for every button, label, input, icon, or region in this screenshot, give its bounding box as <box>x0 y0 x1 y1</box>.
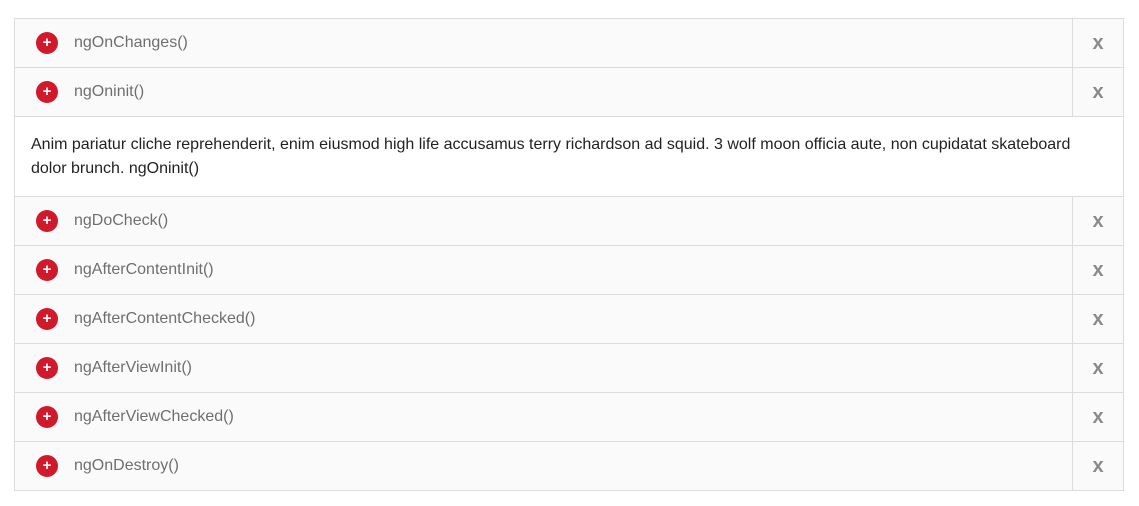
accordion-title: ngOnDestroy() <box>74 457 179 474</box>
accordion-header-ngafterviewinit[interactable]: + ngAfterViewInit() <box>15 344 1072 392</box>
close-icon: x <box>1092 307 1104 330</box>
close-icon: x <box>1092 405 1104 428</box>
accordion-header-ngaftercontentchecked[interactable]: + ngAfterContentChecked() <box>15 295 1072 343</box>
close-button[interactable]: x <box>1072 442 1123 490</box>
close-icon: x <box>1092 258 1104 281</box>
accordion-item-ngoninit: + ngOninit() x <box>15 68 1123 117</box>
accordion-header-ngoninit[interactable]: + ngOninit() <box>15 68 1072 116</box>
close-button[interactable]: x <box>1072 19 1123 67</box>
close-button[interactable]: x <box>1072 393 1123 441</box>
accordion-title: ngAfterViewInit() <box>74 359 192 376</box>
accordion-header-ngdocheck[interactable]: + ngDoCheck() <box>15 197 1072 245</box>
accordion-item-ngaftercontentchecked: + ngAfterContentChecked() x <box>15 295 1123 344</box>
accordion-item-ngdocheck: + ngDoCheck() x <box>15 197 1123 246</box>
expand-plus-icon[interactable]: + <box>36 210 58 232</box>
lifecycle-accordion: + ngOnChanges() x + ngOninit() x Anim pa… <box>14 18 1124 491</box>
close-icon: x <box>1092 356 1104 379</box>
accordion-title: ngOnChanges() <box>74 34 188 51</box>
accordion-header-ngondestroy[interactable]: + ngOnDestroy() <box>15 442 1072 490</box>
close-icon: x <box>1092 454 1104 477</box>
accordion-header-ngaftercontentinit[interactable]: + ngAfterContentInit() <box>15 246 1072 294</box>
accordion-title: ngAfterViewChecked() <box>74 408 234 425</box>
accordion-header-ngafterviewchecked[interactable]: + ngAfterViewChecked() <box>15 393 1072 441</box>
accordion-item-ngonchanges: + ngOnChanges() x <box>15 19 1123 68</box>
expand-plus-icon[interactable]: + <box>36 455 58 477</box>
close-icon: x <box>1092 31 1104 54</box>
accordion-item-ngafterviewchecked: + ngAfterViewChecked() x <box>15 393 1123 442</box>
accordion-item-ngondestroy: + ngOnDestroy() x <box>15 442 1123 490</box>
accordion-item-ngafterviewinit: + ngAfterViewInit() x <box>15 344 1123 393</box>
close-button[interactable]: x <box>1072 246 1123 294</box>
close-icon: x <box>1092 209 1104 232</box>
close-button[interactable]: x <box>1072 295 1123 343</box>
expand-plus-icon[interactable]: + <box>36 308 58 330</box>
accordion-panel-body: Anim pariatur cliche reprehenderit, enim… <box>15 117 1123 197</box>
accordion-title: ngOninit() <box>74 83 145 100</box>
expand-plus-icon[interactable]: + <box>36 259 58 281</box>
expand-plus-icon[interactable]: + <box>36 406 58 428</box>
accordion-header-ngonchanges[interactable]: + ngOnChanges() <box>15 19 1072 67</box>
close-button[interactable]: x <box>1072 197 1123 245</box>
expand-plus-icon[interactable]: + <box>36 32 58 54</box>
close-icon: x <box>1092 80 1104 103</box>
accordion-title: ngDoCheck() <box>74 212 169 229</box>
accordion-title: ngAfterContentChecked() <box>74 310 256 327</box>
accordion-item-ngaftercontentinit: + ngAfterContentInit() x <box>15 246 1123 295</box>
expand-plus-icon[interactable]: + <box>36 81 58 103</box>
accordion-title: ngAfterContentInit() <box>74 261 214 278</box>
expand-plus-icon[interactable]: + <box>36 357 58 379</box>
close-button[interactable]: x <box>1072 68 1123 116</box>
close-button[interactable]: x <box>1072 344 1123 392</box>
